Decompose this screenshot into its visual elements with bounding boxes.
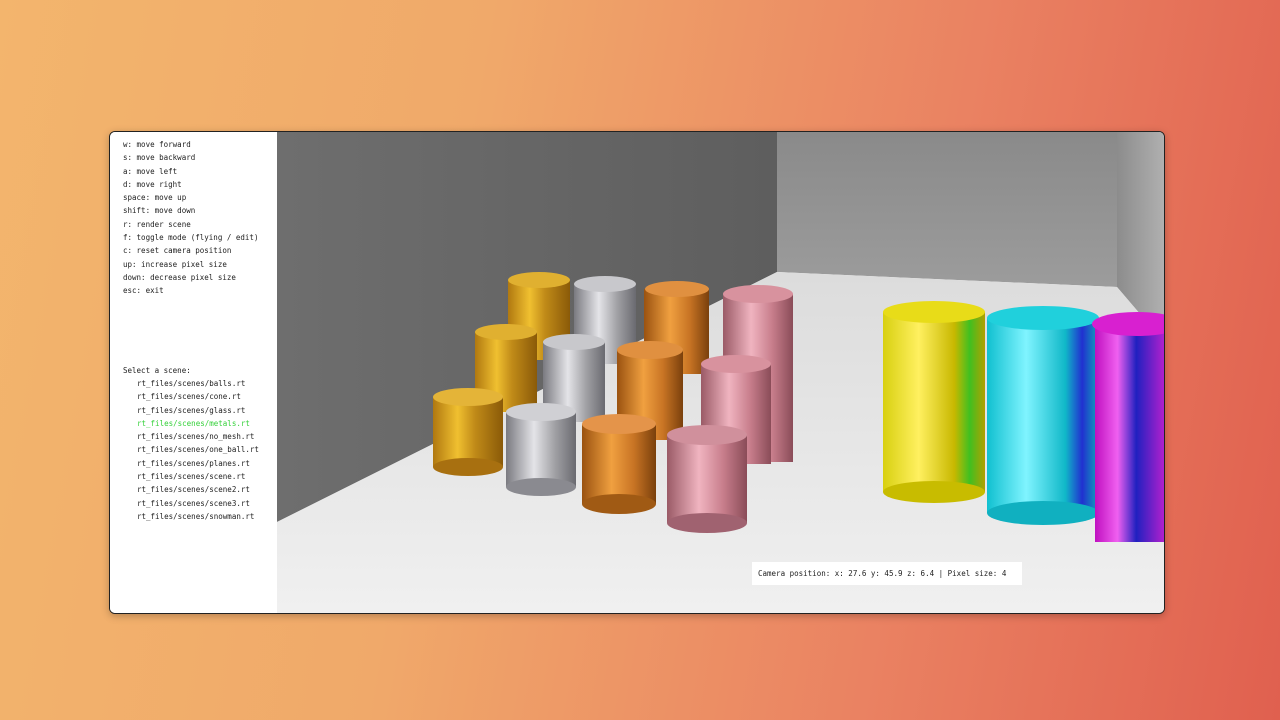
shortcut-line: s: move backward [123,153,196,163]
scene-item[interactable]: rt_files/scenes/one_ball.rt [137,443,259,456]
shortcut-line: shift: move down [123,206,196,216]
scene-item[interactable]: rt_files/scenes/glass.rt [137,404,259,417]
scene-item[interactable]: rt_files/scenes/balls.rt [137,377,259,390]
shortcut-line: down: decrease pixel size [123,272,236,282]
app-window: w: move forward s: move backward a: move… [109,131,1165,614]
scene-item[interactable]: rt_files/scenes/snowman.rt [137,510,259,523]
scene-item-selected[interactable]: rt_files/scenes/metals.rt [137,417,259,430]
shortcut-line: d: move right [123,179,182,189]
rendered-scene [277,132,1164,613]
scene-item[interactable]: rt_files/scenes/scene3.rt [137,497,259,510]
camera-status-bar: Camera position: x: 27.6 y: 45.9 z: 6.4 … [752,562,1022,585]
cylinder-gold [433,388,503,476]
cylinder-cyan [987,306,1099,525]
shortcut-line: w: move forward [123,140,191,149]
shortcut-line: up: increase pixel size [123,259,227,269]
cylinder-copper [582,414,656,514]
scene-item[interactable]: rt_files/scenes/scene.rt [137,470,259,483]
scene-item[interactable]: rt_files/scenes/planes.rt [137,457,259,470]
scene-item[interactable]: rt_files/scenes/no_mesh.rt [137,430,259,443]
controls-sidebar: w: move forward s: move backward a: move… [110,132,277,613]
shortcut-line: f: toggle mode (flying / edit) [123,233,259,243]
cylinder-rose [667,425,747,533]
cylinder-silver [506,403,576,496]
shortcut-line: esc: exit [123,286,164,296]
scene-list: rt_files/scenes/balls.rt rt_files/scenes… [137,377,259,523]
shortcut-line: a: move left [123,166,178,176]
cylinder-magenta [1092,312,1164,542]
shortcut-line: space: move up [123,193,187,203]
scene-item[interactable]: rt_files/scenes/cone.rt [137,390,259,403]
shortcut-list: w: move forward s: move backward a: move… [123,138,258,298]
scene-selector-title: Select a scene: [123,366,191,375]
cylinder-yellow [883,301,985,503]
back-wall [777,132,1117,287]
render-viewport[interactable]: Camera position: x: 27.6 y: 45.9 z: 6.4 … [277,132,1164,613]
shortcut-line: r: render scene [123,219,191,229]
shortcut-line: c: reset camera position [123,246,232,256]
scene-item[interactable]: rt_files/scenes/scene2.rt [137,483,259,496]
